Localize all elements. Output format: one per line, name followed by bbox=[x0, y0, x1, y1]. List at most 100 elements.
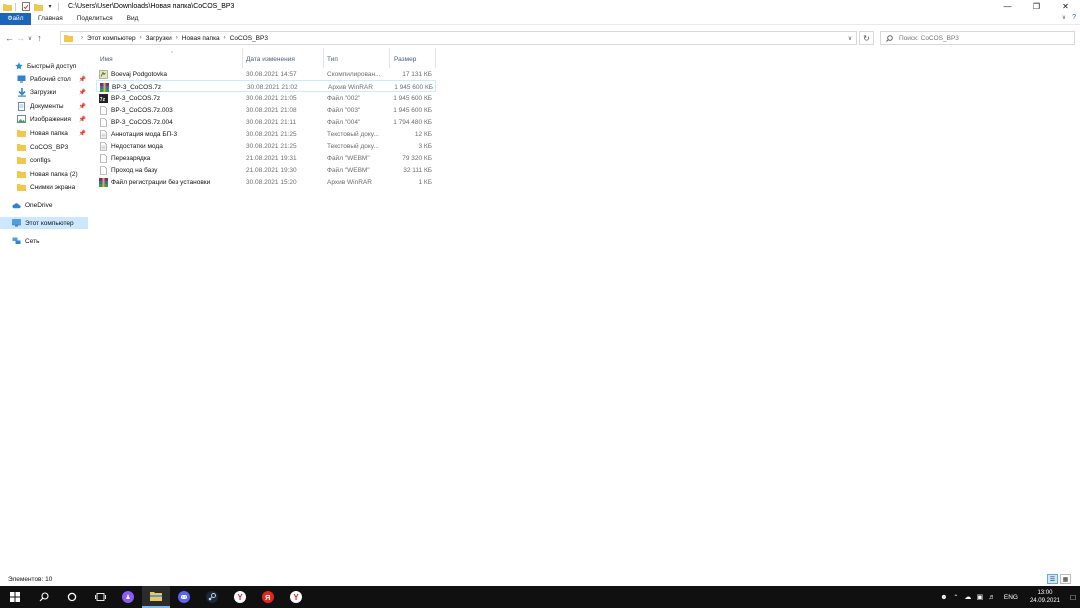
nav-pictures[interactable]: Изображения 📌 bbox=[17, 113, 88, 125]
chevron-right-icon[interactable]: › bbox=[176, 35, 178, 41]
file-row[interactable]: Перезарядка 21.08.2021 19:31 Файл "WEBM"… bbox=[96, 152, 436, 164]
status-bar: Элементов: 10 ☰ ▦ bbox=[0, 573, 1080, 586]
winrar-archive-icon bbox=[99, 177, 108, 187]
close-button[interactable]: ✕ bbox=[1051, 0, 1080, 13]
nav-this-pc[interactable]: Этот компьютер bbox=[0, 217, 88, 229]
column-divider[interactable] bbox=[323, 48, 324, 68]
file-date: 21.08.2021 19:31 bbox=[246, 154, 297, 162]
chevron-up-icon[interactable]: ⌃ bbox=[950, 586, 962, 608]
network-icon[interactable]: ▣ bbox=[974, 586, 986, 608]
file-row[interactable]: Недостатки мода 30.08.2021 21:25 Текстов… bbox=[96, 140, 436, 152]
up-button[interactable]: ↑ bbox=[34, 31, 45, 45]
file-name: BP-3_CoCOS.7z bbox=[112, 83, 162, 91]
tab-view[interactable]: Вид bbox=[120, 13, 146, 25]
file-row[interactable]: Проход на базу 21.08.2021 19:30 Файл "WE… bbox=[96, 164, 436, 176]
file-date: 30.08.2021 14:57 bbox=[246, 70, 297, 78]
file-row[interactable]: BP-3_CoCOS.7z.004 30.08.2021 21:11 Файл … bbox=[96, 116, 436, 128]
file-row[interactable]: Аннотация мода БП-3 30.08.2021 21:25 Тек… bbox=[96, 128, 436, 140]
expand-ribbon-icon[interactable]: ∨ bbox=[1062, 14, 1066, 21]
breadcrumb-this-pc[interactable]: Этот компьютер bbox=[87, 35, 136, 42]
nav-label: Сеть bbox=[25, 237, 40, 245]
search-input[interactable] bbox=[899, 34, 1069, 42]
steam-icon[interactable] bbox=[198, 586, 226, 608]
file-row[interactable]: BP-3_CoCOS.7z 30.08.2021 21:02 Архив Win… bbox=[96, 80, 436, 92]
file-row[interactable]: Boevaj Podgotovka 30.08.2021 14:57 Скомп… bbox=[96, 68, 436, 80]
refresh-button[interactable]: ↻ bbox=[859, 31, 874, 45]
nav-downloads[interactable]: Загрузки 📌 bbox=[17, 86, 88, 98]
nav-desktop[interactable]: Рабочий стол 📌 bbox=[17, 73, 88, 85]
yandex-icon[interactable]: Я bbox=[254, 586, 282, 608]
maximize-button[interactable]: ❐ bbox=[1022, 0, 1051, 13]
winrar-icon[interactable]: Y bbox=[282, 586, 310, 608]
large-icons-view-icon[interactable]: ▦ bbox=[1060, 574, 1071, 584]
clock[interactable]: 13:00 24.09.2021 bbox=[1030, 589, 1060, 605]
chevron-right-icon[interactable]: › bbox=[224, 35, 226, 41]
pin-icon[interactable]: 📌 bbox=[79, 103, 86, 110]
file-name: Проход на базу bbox=[111, 166, 158, 174]
nav-screenshots[interactable]: Снимки экрана bbox=[17, 181, 88, 193]
cloud-icon[interactable]: ☁ bbox=[962, 586, 974, 608]
nav-network[interactable]: Сеть bbox=[12, 235, 88, 247]
nav-configs[interactable]: configs bbox=[17, 154, 88, 166]
file-date: 30.08.2021 21:08 bbox=[246, 106, 297, 114]
taskbar: Y Я Y ☻ ⌃ ☁ ▣ ♬ ENG 13:00 24.09.2021 □ bbox=[0, 586, 1080, 608]
pin-icon[interactable]: 📌 bbox=[79, 89, 86, 96]
file-row[interactable]: Файл регистрации без установки 30.08.202… bbox=[96, 176, 436, 188]
blank-file-icon bbox=[99, 153, 108, 163]
start-icon[interactable] bbox=[0, 586, 30, 608]
discord-icon[interactable] bbox=[170, 586, 198, 608]
tab-file[interactable]: Файл bbox=[0, 12, 31, 25]
file-explorer-icon[interactable] bbox=[142, 586, 170, 608]
cloud-icon bbox=[12, 201, 21, 210]
properties-icon[interactable] bbox=[21, 2, 31, 12]
column-header-size[interactable]: Размер bbox=[394, 52, 434, 66]
minimize-button[interactable]: — bbox=[993, 0, 1022, 13]
column-divider[interactable] bbox=[435, 48, 436, 68]
details-view-icon[interactable]: ☰ bbox=[1047, 574, 1058, 584]
notifications-icon[interactable]: □ bbox=[1066, 586, 1080, 608]
back-button[interactable]: ← bbox=[4, 31, 15, 45]
divider bbox=[15, 2, 16, 11]
column-divider[interactable] bbox=[389, 48, 390, 68]
column-divider[interactable] bbox=[242, 48, 243, 68]
recent-locations-icon[interactable]: ∨ bbox=[26, 31, 34, 45]
person-icon[interactable]: ☻ bbox=[938, 586, 950, 608]
tab-home[interactable]: Главная bbox=[31, 13, 70, 25]
search-icon[interactable] bbox=[30, 586, 58, 608]
nav-new-folder-2[interactable]: Новая папка (2) bbox=[17, 168, 88, 180]
pin-icon[interactable]: 📌 bbox=[79, 76, 86, 83]
address-bar[interactable]: › Этот компьютер › Загрузки › Новая папк… bbox=[60, 31, 857, 45]
compiled-file-icon bbox=[99, 69, 108, 79]
file-row[interactable]: BP-3_CoCOS.7z.003 30.08.2021 21:08 Файл … bbox=[96, 104, 436, 116]
nav-cocos-bp3[interactable]: CoCOS_BP3 bbox=[17, 141, 88, 153]
breadcrumb-downloads[interactable]: Загрузки bbox=[146, 35, 172, 42]
alice-icon[interactable] bbox=[114, 586, 142, 608]
tab-share[interactable]: Поделиться bbox=[70, 13, 120, 25]
breadcrumb-new-folder[interactable]: Новая папка bbox=[182, 35, 220, 42]
file-date: 30.08.2021 21:05 bbox=[246, 94, 297, 102]
file-row[interactable]: 7z BP-3_CoCOS.7z 30.08.2021 21:05 Файл "0… bbox=[96, 92, 436, 104]
nav-new-folder[interactable]: Новая папка 📌 bbox=[17, 127, 88, 139]
column-header-date[interactable]: Дата изменения bbox=[246, 52, 320, 66]
nav-onedrive[interactable]: OneDrive bbox=[12, 199, 88, 211]
column-header-name[interactable]: Имя ⌃ bbox=[100, 51, 240, 66]
file-name: Файл регистрации без установки bbox=[111, 178, 211, 186]
chevron-down-icon[interactable]: ∨ bbox=[845, 33, 855, 44]
pin-icon[interactable]: 📌 bbox=[79, 116, 86, 123]
pin-icon[interactable]: 📌 bbox=[79, 130, 86, 137]
new-folder-icon[interactable] bbox=[33, 2, 43, 12]
help-icon[interactable]: ? bbox=[1072, 14, 1076, 21]
customize-toolbar-icon[interactable]: ▾ bbox=[45, 2, 55, 12]
column-header-type[interactable]: Тип bbox=[327, 52, 387, 66]
search-box[interactable] bbox=[880, 31, 1075, 45]
cortana-icon[interactable] bbox=[58, 586, 86, 608]
nav-quick-access[interactable]: Быстрый доступ bbox=[14, 60, 102, 72]
chevron-right-icon[interactable]: › bbox=[140, 35, 142, 41]
taskview-icon[interactable] bbox=[86, 586, 114, 608]
nav-documents[interactable]: Документы 📌 bbox=[17, 100, 88, 112]
breadcrumb-current[interactable]: CoCOS_BP3 bbox=[230, 35, 268, 42]
yandex-browser-icon[interactable]: Y bbox=[226, 586, 254, 608]
language-indicator[interactable]: ENG bbox=[1004, 594, 1018, 601]
forward-button[interactable]: → bbox=[15, 31, 26, 45]
speaker-icon[interactable]: ♬ bbox=[986, 586, 998, 608]
